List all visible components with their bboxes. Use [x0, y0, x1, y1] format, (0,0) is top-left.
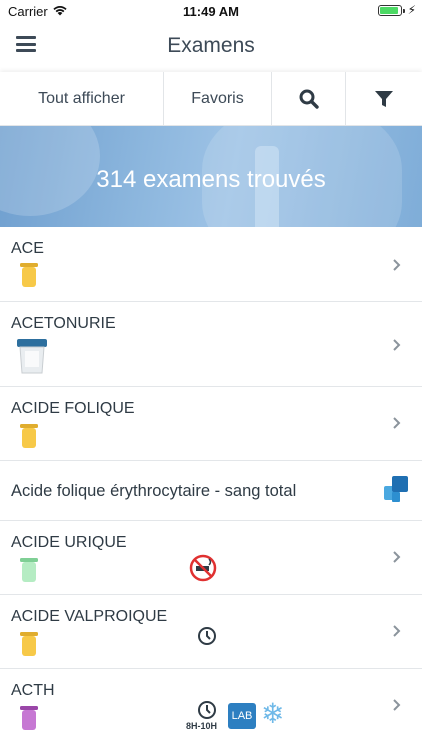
- filter-button[interactable]: [346, 72, 422, 126]
- chevron-right-icon: [393, 339, 401, 351]
- clock-time: 11:49 AM: [183, 4, 239, 19]
- chevron-right-icon: [393, 551, 401, 563]
- green-tube-icon: [20, 558, 38, 582]
- list-item[interactable]: ACE: [0, 227, 422, 302]
- yellow-tube-icon: [20, 424, 38, 448]
- lab-badge: LAB: [228, 703, 256, 729]
- yellow-tube-icon: [20, 632, 38, 656]
- clock-icon: [198, 627, 216, 645]
- search-button[interactable]: [272, 72, 346, 126]
- chevron-right-icon: [393, 417, 401, 429]
- exam-name: Acide folique érythrocytaire - sang tota…: [11, 482, 297, 500]
- purple-tube-icon: [20, 706, 38, 730]
- page-title: Examens: [167, 34, 255, 57]
- no-smoking-icon: [189, 554, 217, 582]
- exam-name: ACETONURIE: [11, 315, 116, 332]
- clock-icon: [198, 701, 216, 719]
- list-item[interactable]: ACIDE VALPROIQUE: [0, 595, 422, 669]
- urine-cup-icon: [17, 339, 47, 374]
- list-item[interactable]: ACIDE URIQUE: [0, 521, 422, 595]
- tab-bar: Tout afficher Favoris: [0, 72, 422, 126]
- frozen-icon: ❄: [261, 698, 285, 729]
- exam-name: ACIDE URIQUE: [11, 534, 127, 551]
- results-banner: 314 examens trouvés: [0, 126, 422, 227]
- exam-name: ACE: [11, 240, 44, 257]
- exam-list: ACE ACETONURIE ACIDE FOLIQUE Acide foliq…: [0, 227, 422, 745]
- status-bar: Carrier 11:49 AM ⚡: [0, 0, 422, 22]
- navigation-bar: Examens: [0, 22, 422, 70]
- yellow-tube-icon: [20, 263, 38, 287]
- exam-name: ACIDE FOLIQUE: [11, 400, 135, 417]
- list-item[interactable]: ACETONURIE: [0, 302, 422, 387]
- results-count: 314 examens trouvés: [96, 166, 326, 193]
- search-icon: [299, 89, 319, 109]
- tab-favorites[interactable]: Favoris: [164, 72, 272, 126]
- chevron-right-icon: [393, 625, 401, 637]
- exam-name: ACIDE VALPROIQUE: [11, 608, 168, 625]
- chevron-right-icon: [393, 259, 401, 271]
- tab-show-all[interactable]: Tout afficher: [0, 72, 164, 126]
- filter-icon: [375, 91, 393, 107]
- list-item[interactable]: ACTH 8H-10H LAB ❄: [0, 669, 422, 745]
- exam-name: ACTH: [11, 682, 55, 699]
- list-item[interactable]: ACIDE FOLIQUE: [0, 387, 422, 461]
- time-window-label: 8H-10H: [186, 721, 218, 731]
- list-item[interactable]: Acide folique érythrocytaire - sang tota…: [0, 461, 422, 521]
- chevron-right-icon: [393, 699, 401, 711]
- battery-icon: [378, 5, 405, 16]
- external-lab-icon: [384, 476, 408, 502]
- charging-icon: ⚡: [407, 3, 416, 17]
